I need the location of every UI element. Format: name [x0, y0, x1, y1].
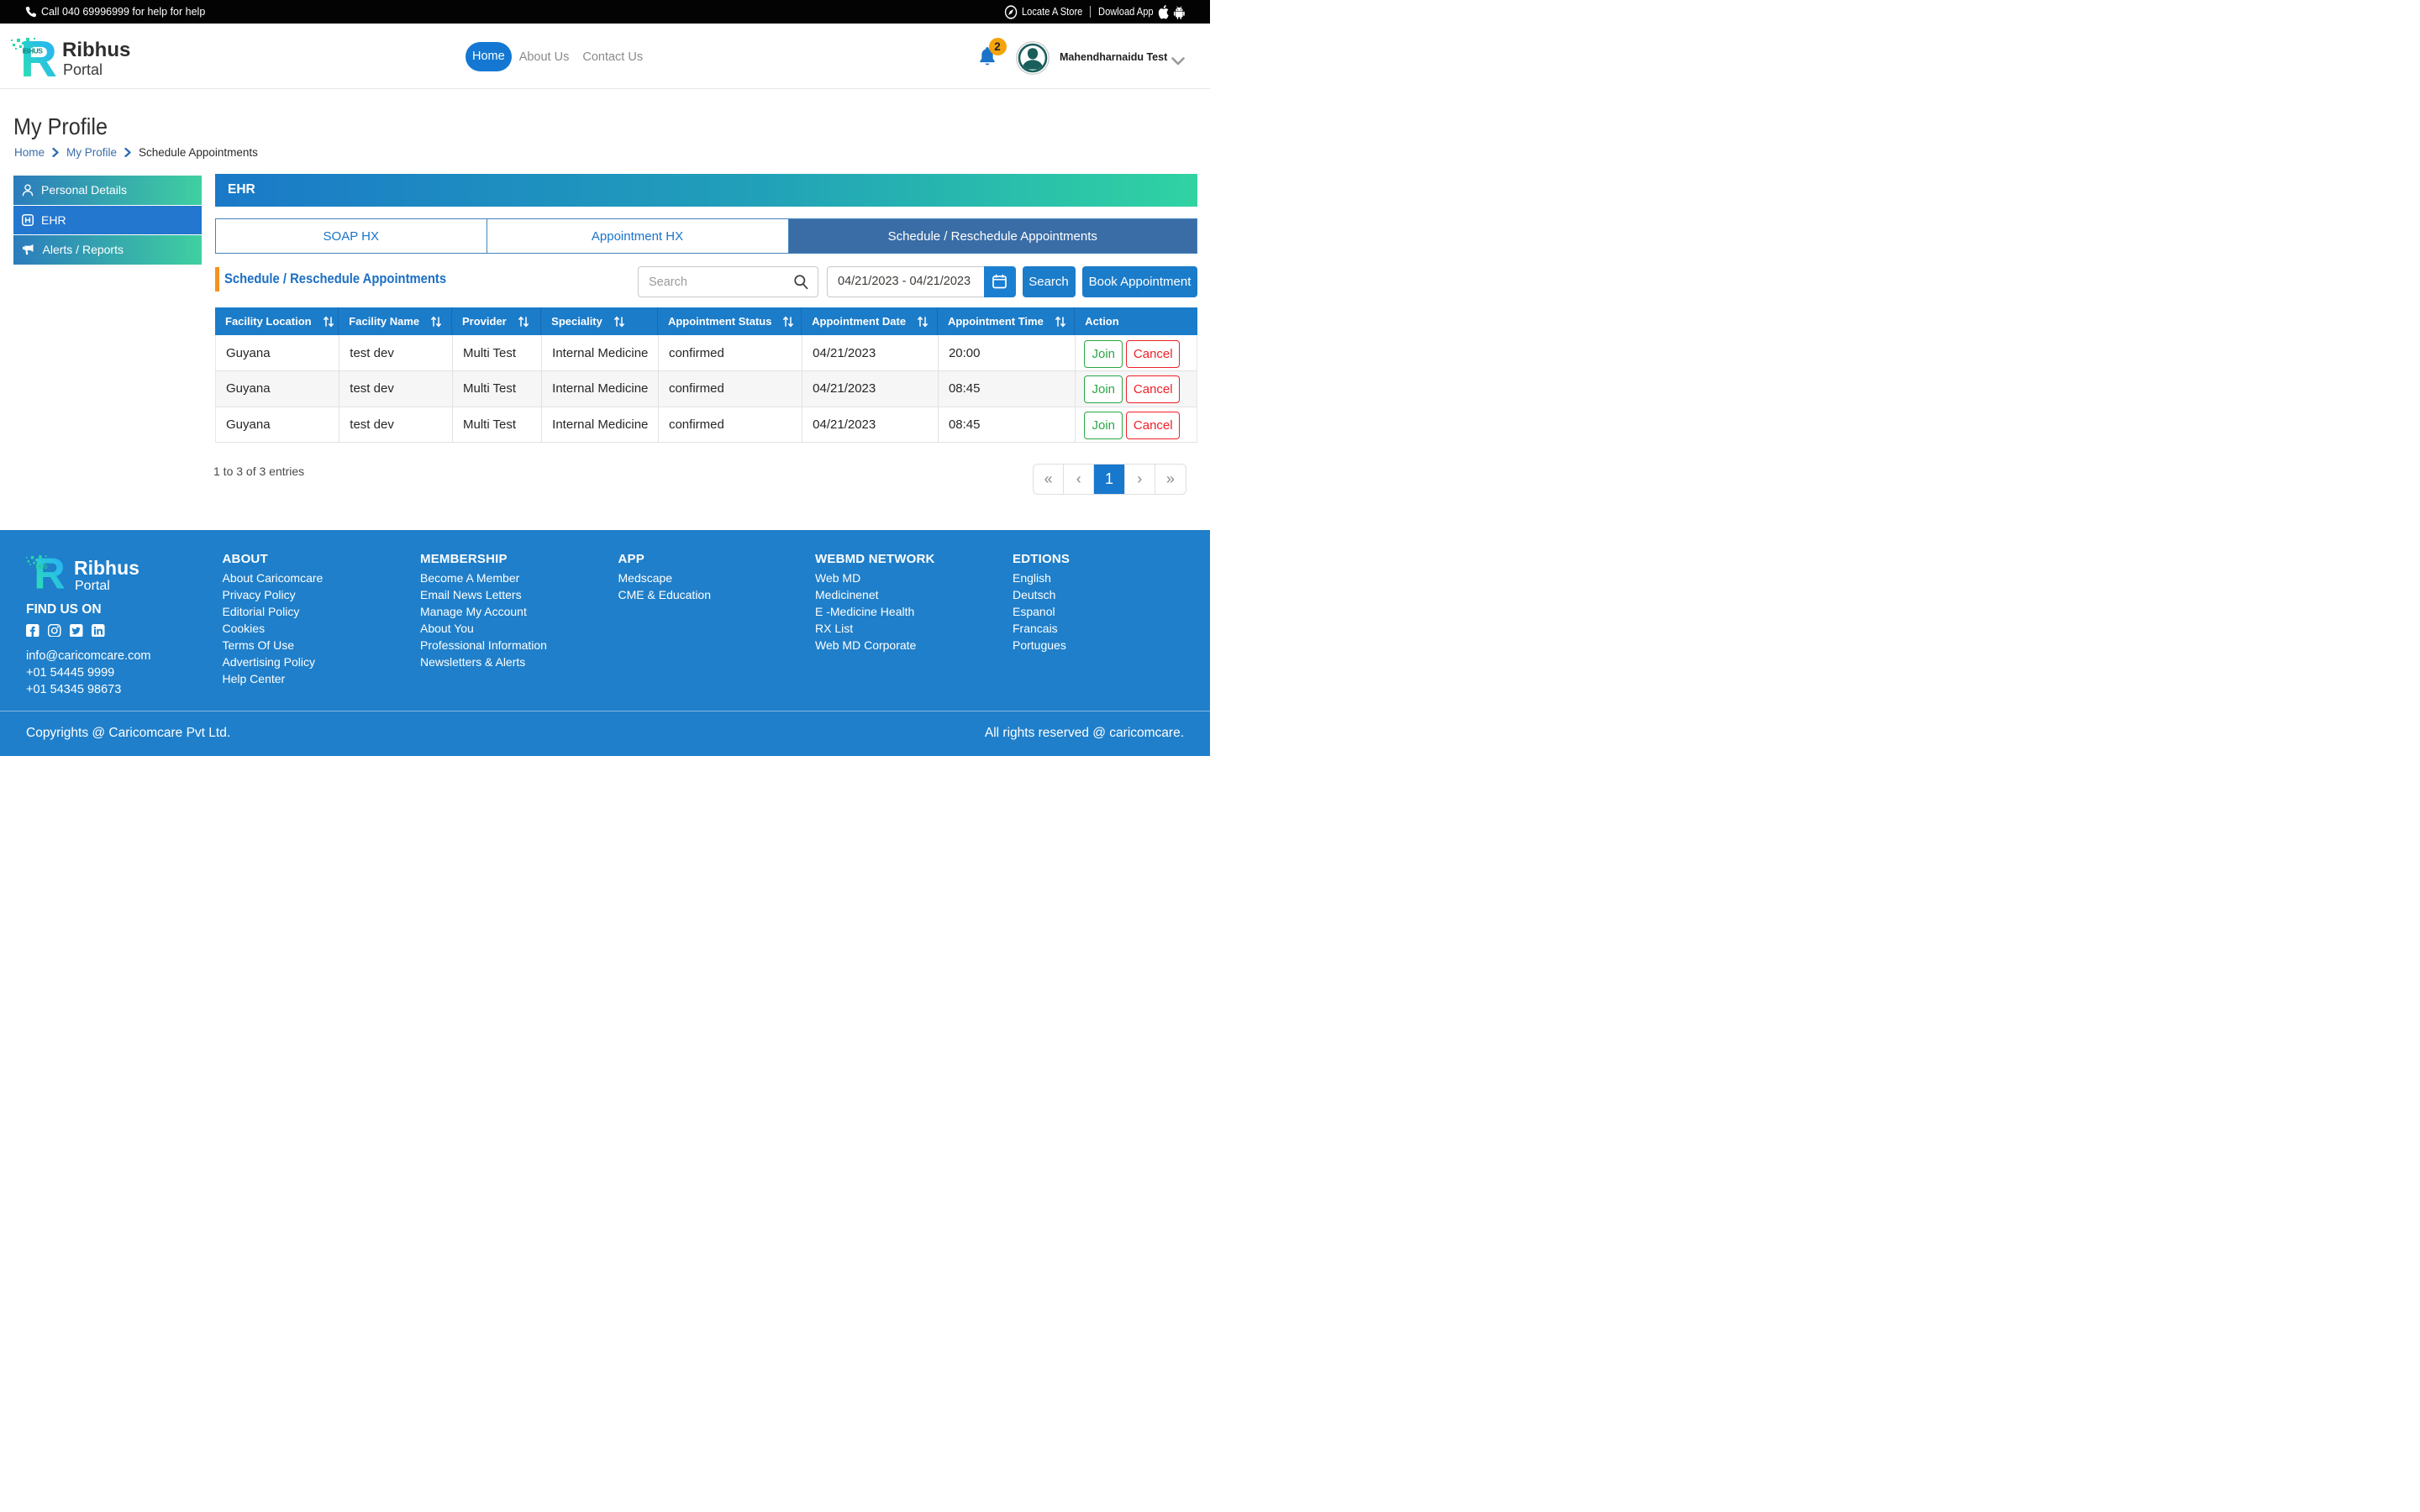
svg-text:R: R: [34, 551, 64, 590]
svg-text:HUS: HUS: [35, 562, 48, 570]
svg-text:R: R: [20, 35, 57, 79]
svg-text:IBHUS: IBHUS: [23, 47, 44, 55]
